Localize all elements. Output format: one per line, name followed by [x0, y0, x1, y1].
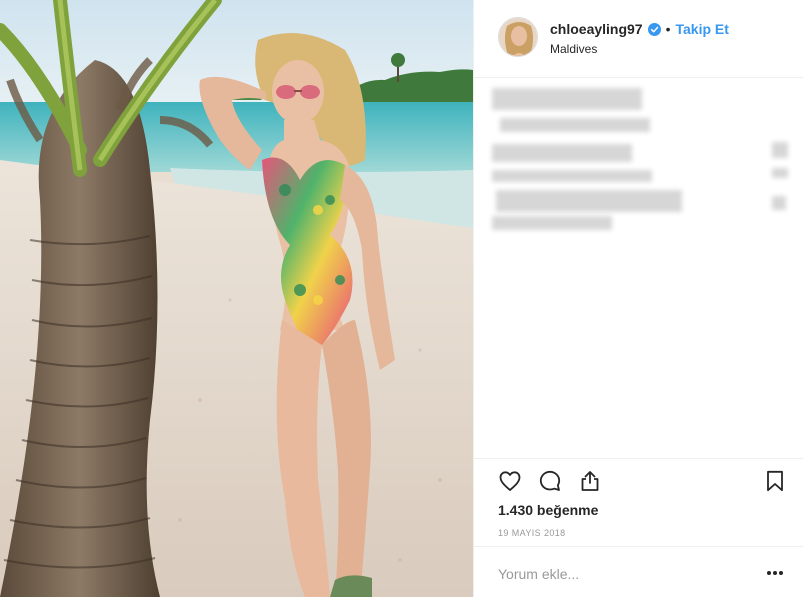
blurred-text-line	[492, 88, 642, 110]
more-options-icon	[767, 571, 783, 575]
blurred-text-line	[772, 196, 786, 210]
avatar-image	[499, 18, 537, 56]
like-button[interactable]	[496, 467, 524, 495]
comment-input[interactable]	[498, 563, 748, 585]
follow-button[interactable]: Takip Et	[676, 21, 729, 37]
username-link[interactable]: chloeayling97	[550, 21, 643, 37]
location-link[interactable]: Maldives	[550, 42, 597, 56]
share-icon	[581, 471, 599, 491]
heart-icon	[499, 471, 521, 491]
action-bar	[474, 458, 803, 502]
user-row: chloeayling97 • Takip Et	[550, 21, 729, 37]
caption-blurred	[490, 86, 800, 456]
more-options-button[interactable]	[764, 565, 786, 581]
post-date[interactable]: 19 MAYIS 2018	[498, 528, 566, 538]
blurred-text-line	[496, 190, 682, 212]
comment-icon	[539, 470, 561, 491]
post-header: chloeayling97 • Takip Et Maldives	[474, 0, 803, 78]
blurred-text-line	[492, 144, 632, 162]
verified-badge-icon	[647, 22, 661, 36]
save-button[interactable]	[761, 467, 789, 495]
post-photo[interactable]	[0, 0, 473, 597]
likes-count[interactable]: 1.430 beğenme	[498, 502, 598, 518]
blurred-text-line	[492, 216, 612, 230]
blurred-text-line	[492, 170, 652, 182]
post-sidebar: chloeayling97 • Takip Et Maldives 1.430 …	[473, 0, 803, 597]
blurred-text-line	[500, 118, 650, 132]
share-button[interactable]	[576, 467, 604, 495]
blurred-text-line	[772, 142, 788, 158]
blurred-text-line	[772, 168, 788, 178]
comment-button[interactable]	[536, 467, 564, 495]
beach-photo-illustration	[0, 0, 473, 597]
avatar[interactable]	[498, 17, 538, 57]
bookmark-icon	[767, 470, 783, 492]
comment-bar	[474, 546, 803, 597]
separator-dot: •	[665, 21, 671, 37]
